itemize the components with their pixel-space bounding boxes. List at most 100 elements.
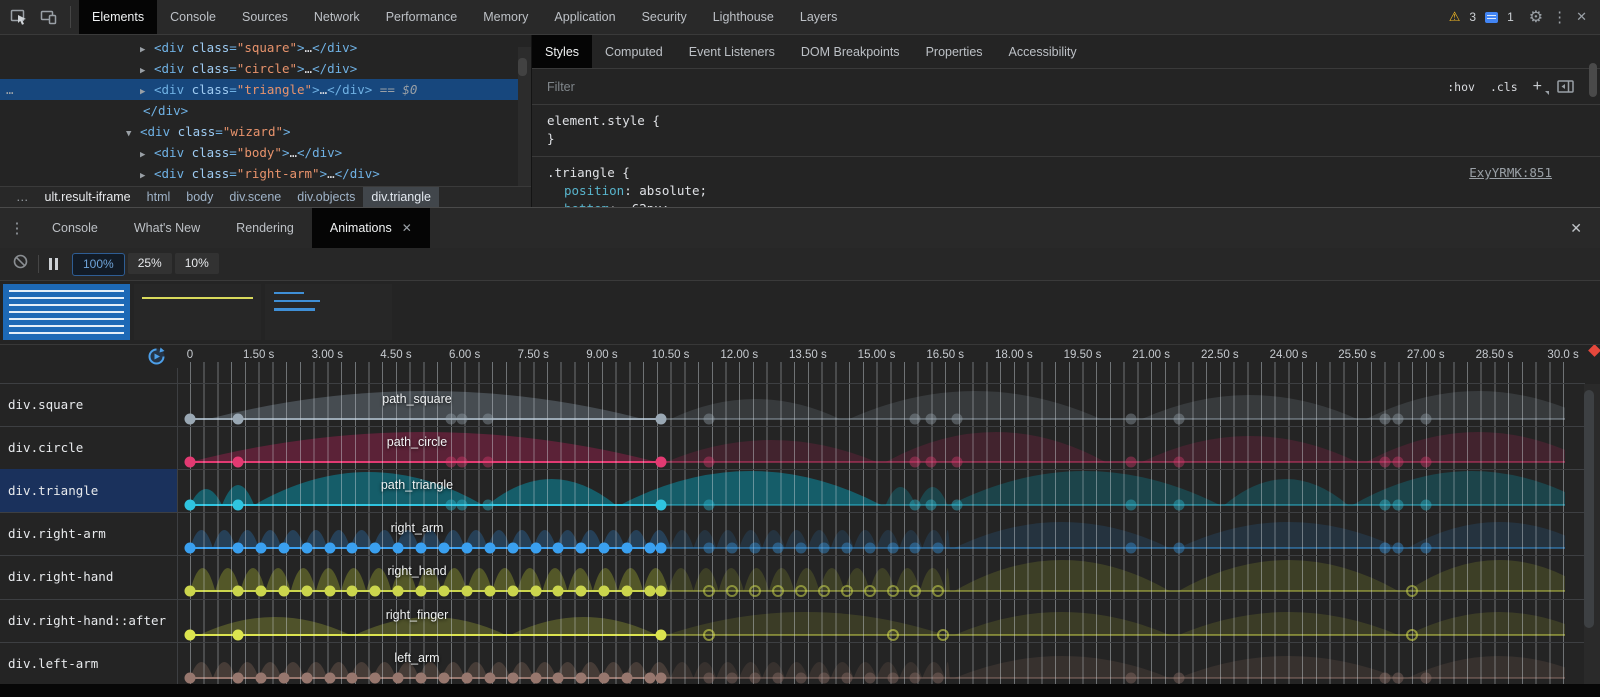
drawer-kebab-menu-icon[interactable]: ⋮ (0, 208, 34, 248)
keyframe-dot[interactable] (185, 456, 196, 467)
keyframe-dot[interactable] (644, 543, 655, 554)
kebab-menu-icon[interactable]: ⋮ (1552, 8, 1567, 26)
keyframe-dot[interactable] (278, 672, 289, 683)
keyframe-dot[interactable] (507, 586, 518, 597)
settings-gear-icon[interactable]: ⚙ (1529, 7, 1543, 27)
keyframe-dot[interactable] (233, 413, 244, 424)
tab-accessibility[interactable]: Accessibility (996, 35, 1090, 68)
pseudo-state-toggle[interactable]: :hov (1447, 80, 1475, 94)
tab-memory[interactable]: Memory (470, 0, 541, 34)
keyframe-dot[interactable] (482, 499, 493, 510)
keyframe-dot[interactable] (457, 456, 468, 467)
keyframe-dot[interactable] (324, 672, 335, 683)
keyframe-dot[interactable] (951, 413, 962, 424)
elements-scrollbar[interactable] (518, 47, 531, 207)
keyframe-dot[interactable] (818, 543, 829, 554)
keyframe-dot[interactable] (233, 672, 244, 683)
tab-performance[interactable]: Performance (373, 0, 471, 34)
keyframe-dot[interactable] (727, 543, 738, 554)
keyframe-dot[interactable] (887, 543, 898, 554)
keyframe-dot[interactable] (951, 456, 962, 467)
keyframe-dot[interactable] (773, 672, 784, 683)
keyframe-dot[interactable] (910, 456, 921, 467)
dom-node[interactable]: ▶<div class="circle">…</div> (0, 58, 518, 79)
dom-node[interactable]: ▶<div class="right-arm">…</div> (0, 163, 518, 184)
tab-elements[interactable]: Elements (79, 0, 157, 34)
breadcrumb-item-div-scene[interactable]: div.scene (221, 187, 289, 207)
keyframe-dot[interactable] (1420, 672, 1431, 683)
keyframe-dot[interactable] (457, 413, 468, 424)
keyframe-dot[interactable] (1173, 672, 1184, 683)
keyframe-dot[interactable] (1393, 543, 1404, 554)
inspect-element-icon[interactable] (8, 6, 30, 28)
keyframe-dot[interactable] (461, 586, 472, 597)
keyframe-dot[interactable] (416, 543, 427, 554)
keyframe-dot[interactable] (185, 413, 196, 424)
keyframe-dot[interactable] (185, 672, 196, 683)
keyframe-dot[interactable] (1420, 543, 1431, 554)
keyframe-dot[interactable] (1406, 585, 1418, 597)
keyframe-dot[interactable] (750, 672, 761, 683)
collapse-sidebar-icon[interactable] (1557, 80, 1574, 93)
keyframe-dot[interactable] (599, 586, 610, 597)
keyframe-dot[interactable] (1379, 672, 1390, 683)
keyframe-dot[interactable] (1173, 413, 1184, 424)
tab-styles[interactable]: Styles (532, 35, 592, 68)
breadcrumb-item-body[interactable]: body (178, 187, 221, 207)
keyframe-dot[interactable] (1173, 543, 1184, 554)
scrubber-marker[interactable] (1588, 345, 1600, 357)
keyframe-dot[interactable] (301, 586, 312, 597)
keyframe-dot[interactable] (1379, 413, 1390, 424)
keyframe-dot[interactable] (622, 543, 633, 554)
keyframe-dot[interactable] (1125, 543, 1136, 554)
keyframe-dot[interactable] (347, 672, 358, 683)
device-toolbar-icon[interactable] (38, 6, 60, 28)
keyframe-dot[interactable] (1173, 499, 1184, 510)
css-property[interactable]: position: absolute; (547, 182, 1600, 200)
drawer-tab-animations[interactable]: Animations✕ (312, 208, 430, 248)
keyframe-dot[interactable] (656, 586, 667, 597)
new-style-rule-button[interactable]: + (1533, 82, 1542, 92)
clear-animations-icon[interactable] (13, 254, 28, 274)
keyframe-dot[interactable] (1125, 499, 1136, 510)
timeline-row-div-right-hand-after[interactable]: div.right-hand::after (0, 599, 177, 642)
keyframe-dot[interactable] (1406, 629, 1418, 641)
keyframe-dot[interactable] (910, 672, 921, 683)
keyframe-dot[interactable] (393, 586, 404, 597)
keyframe-dot[interactable] (370, 672, 381, 683)
messages-icon[interactable] (1485, 12, 1498, 23)
keyframe-dot[interactable] (887, 629, 899, 641)
keyframe-dot[interactable] (1393, 456, 1404, 467)
keyframe-dot[interactable] (1379, 543, 1390, 554)
keyframe-dot[interactable] (656, 543, 667, 554)
breadcrumb-item-html[interactable]: html (139, 187, 179, 207)
keyframe-dot[interactable] (841, 543, 852, 554)
keyframe-dot[interactable] (818, 585, 830, 597)
keyframe-dot[interactable] (1125, 672, 1136, 683)
keyframe-dot[interactable] (278, 586, 289, 597)
keyframe-dot[interactable] (1173, 456, 1184, 467)
timeline-row-div-left-arm[interactable]: div.left-arm (0, 642, 177, 684)
keyframe-dot[interactable] (324, 586, 335, 597)
tab-security[interactable]: Security (629, 0, 700, 34)
drawer-tab-what-s-new[interactable]: What's New (116, 208, 218, 248)
keyframe-dot[interactable] (576, 672, 587, 683)
keyframe-dot[interactable] (233, 499, 244, 510)
tab-lighthouse[interactable]: Lighthouse (700, 0, 787, 34)
tab-application[interactable]: Application (541, 0, 628, 34)
keyframe-dot[interactable] (553, 672, 564, 683)
keyframe-dot[interactable] (841, 672, 852, 683)
keyframe-dot[interactable] (233, 543, 244, 554)
styles-filter-input[interactable]: Filter (547, 80, 575, 94)
keyframe-dot[interactable] (622, 586, 633, 597)
keyframe-dot[interactable] (530, 543, 541, 554)
keyframe-dot[interactable] (796, 543, 807, 554)
keyframe-dot[interactable] (530, 586, 541, 597)
tab-properties[interactable]: Properties (913, 35, 996, 68)
keyframe-dot[interactable] (370, 543, 381, 554)
drawer-tab-console[interactable]: Console (34, 208, 116, 248)
keyframe-dot[interactable] (818, 672, 829, 683)
keyframe-dot[interactable] (656, 629, 667, 640)
keyframe-dot[interactable] (656, 456, 667, 467)
keyframe-dot[interactable] (576, 586, 587, 597)
